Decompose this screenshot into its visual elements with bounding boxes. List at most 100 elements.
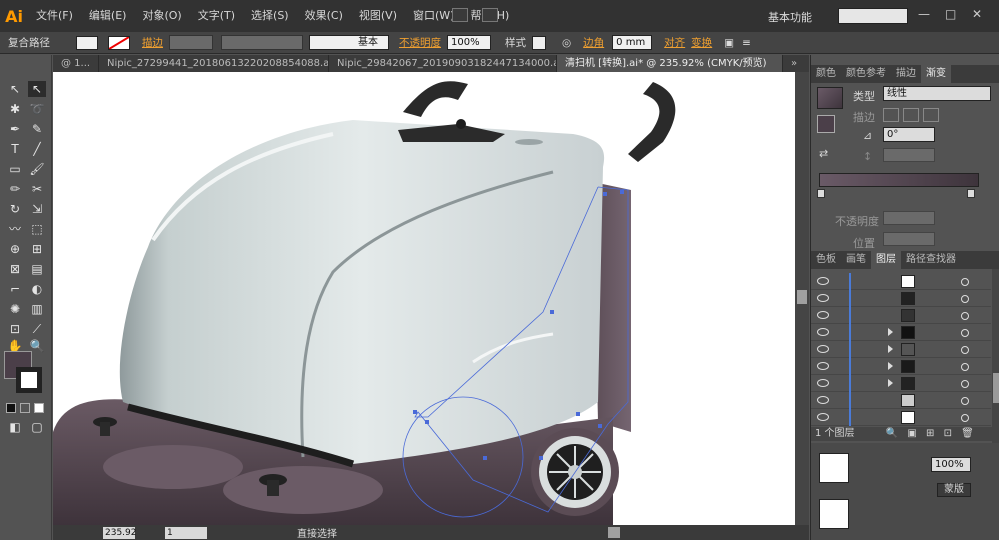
make-clipping-mask-icon[interactable]: ▣	[907, 428, 916, 439]
target-circle-icon[interactable]	[961, 363, 969, 371]
aspect-ratio-input[interactable]	[883, 148, 935, 162]
none-mode-icon[interactable]	[34, 403, 44, 413]
tab-color[interactable]: 颜色	[811, 65, 841, 83]
target-circle-icon[interactable]	[961, 295, 969, 303]
artboard-canvas[interactable]	[53, 72, 795, 525]
new-layer-icon[interactable]: ⊡	[944, 428, 952, 439]
maximize-icon[interactable]: □	[945, 7, 956, 21]
pen-tool-icon[interactable]: ✒	[6, 121, 24, 137]
magic-wand-icon[interactable]: ✱	[6, 101, 24, 117]
warp-tool-icon[interactable]: 〰	[6, 221, 24, 237]
layer-row[interactable]	[811, 409, 991, 426]
column-graph-icon[interactable]: ▥	[28, 301, 46, 317]
graphic-style-swatch[interactable]	[532, 35, 546, 50]
target-circle-icon[interactable]	[961, 312, 969, 320]
paintbrush-icon[interactable]: 🖌	[28, 161, 46, 177]
expand-arrow-icon[interactable]	[888, 362, 893, 370]
corner-label[interactable]: 边角	[583, 35, 604, 50]
type-tool-icon[interactable]: T	[6, 141, 24, 157]
tab-color-guide[interactable]: 颜色参考	[841, 65, 891, 83]
tab-swatches[interactable]: 色板	[811, 251, 841, 269]
curvature-tool-icon[interactable]: ✎	[28, 121, 46, 137]
close-icon[interactable]: ✕	[972, 7, 982, 21]
layer-row[interactable]	[811, 341, 991, 358]
gradient-fill-swatch[interactable]	[817, 115, 835, 133]
minimize-icon[interactable]: —	[918, 7, 930, 21]
eyedropper-icon[interactable]: ⌐	[6, 281, 24, 297]
tab-pathfinder[interactable]: 路径查找器	[901, 251, 961, 269]
menu-type[interactable]: 文字(T)	[190, 0, 243, 32]
mesh-tool-icon[interactable]: ⊠	[6, 261, 24, 277]
layer-row[interactable]	[811, 358, 991, 375]
vertical-scroll-thumb[interactable]	[797, 290, 807, 304]
target-circle-icon[interactable]	[961, 397, 969, 405]
menu-object[interactable]: 对象(O)	[134, 0, 189, 32]
scale-tool-icon[interactable]: ⇲	[28, 201, 46, 217]
stop-opacity-input[interactable]	[883, 211, 935, 225]
tab-overflow-icon[interactable]: »	[783, 55, 809, 72]
layers-scroll-thumb[interactable]	[993, 373, 999, 403]
visibility-eye-icon[interactable]	[817, 294, 829, 302]
target-circle-icon[interactable]	[961, 414, 969, 422]
lasso-icon[interactable]: ➰	[28, 101, 46, 117]
shape-builder-icon[interactable]: ⊕	[6, 241, 24, 257]
selection-tool-icon[interactable]: ↖	[6, 81, 24, 97]
line-tool-icon[interactable]: ╱	[28, 141, 46, 157]
angle-input[interactable]: 0°	[883, 127, 935, 142]
slice-tool-icon[interactable]: ⟋	[28, 321, 46, 337]
vertical-scrollbar[interactable]	[795, 72, 809, 525]
tab-doc-active[interactable]: 清扫机 [转换].ai* @ 235.92% (CMYK/预览)	[557, 55, 783, 72]
menu-edit[interactable]: 编辑(E)	[81, 0, 135, 32]
target-circle-icon[interactable]	[961, 380, 969, 388]
stroke-gradient-btn-1[interactable]	[883, 108, 899, 122]
expand-arrow-icon[interactable]	[888, 379, 893, 387]
pencil-icon[interactable]: ✏	[6, 181, 24, 197]
new-sublayer-icon[interactable]: ⊞	[926, 428, 934, 439]
visibility-eye-icon[interactable]	[817, 379, 829, 387]
gradient-stop-left[interactable]	[817, 189, 825, 198]
align-link[interactable]: 对齐	[664, 35, 685, 50]
layers-scrollbar[interactable]	[992, 269, 999, 444]
artboard-number-input[interactable]: 1	[165, 526, 207, 539]
visibility-eye-icon[interactable]	[817, 311, 829, 319]
direct-selection-tool-icon[interactable]: ↖	[28, 81, 46, 97]
layer-row[interactable]	[811, 375, 991, 392]
target-circle-icon[interactable]	[961, 278, 969, 286]
stroke-gradient-btn-3[interactable]	[923, 108, 939, 122]
stroke-gradient-btn-2[interactable]	[903, 108, 919, 122]
stroke-color-box[interactable]	[16, 367, 42, 393]
stroke-weight-field[interactable]	[169, 35, 213, 50]
tab-layers[interactable]: 图层	[871, 251, 901, 269]
layer-row[interactable]	[811, 392, 991, 409]
color-mode-icon[interactable]	[6, 403, 16, 413]
tab-brushes[interactable]: 画笔	[841, 251, 871, 269]
gradient-slider[interactable]	[819, 173, 979, 187]
recolor-icon[interactable]: ◎	[562, 37, 571, 49]
tab-gradient[interactable]: 渐变	[921, 65, 951, 83]
tab-stroke[interactable]: 描边	[891, 65, 921, 83]
reverse-gradient-icon[interactable]: ⇄	[819, 147, 828, 160]
fill-swatch[interactable]	[76, 35, 98, 50]
variable-width-field[interactable]	[221, 35, 303, 50]
layer-row[interactable]	[811, 307, 991, 324]
scissors-icon[interactable]: ✂	[28, 181, 46, 197]
layer-row[interactable]	[811, 290, 991, 307]
tab-doc-1[interactable]: @ 1...	[53, 55, 99, 72]
perspective-grid-icon[interactable]: ⊞	[28, 241, 46, 257]
draw-mode-icon[interactable]: ◧	[6, 419, 24, 435]
visibility-eye-icon[interactable]	[817, 413, 829, 421]
transform-link[interactable]: 变换	[691, 35, 712, 50]
visibility-eye-icon[interactable]	[817, 396, 829, 404]
gradient-type-select[interactable]: 线性	[883, 86, 991, 101]
stop-position-input[interactable]	[883, 232, 935, 246]
menu-select[interactable]: 选择(S)	[243, 0, 297, 32]
brush-style-field[interactable]: 基本	[309, 35, 389, 50]
menu-view[interactable]: 视图(V)	[351, 0, 405, 32]
gradient-stop-right[interactable]	[967, 189, 975, 198]
gradient-mode-icon[interactable]	[20, 403, 30, 413]
tab-doc-3[interactable]: Nipic_29842067_20190903182447134000.ai*	[329, 55, 557, 72]
target-circle-icon[interactable]	[961, 346, 969, 354]
gradient-preview[interactable]	[817, 87, 843, 109]
layer-row[interactable]	[811, 324, 991, 341]
tab-doc-2[interactable]: Nipic_27299441_20180613220208854088.ai*	[99, 55, 329, 72]
